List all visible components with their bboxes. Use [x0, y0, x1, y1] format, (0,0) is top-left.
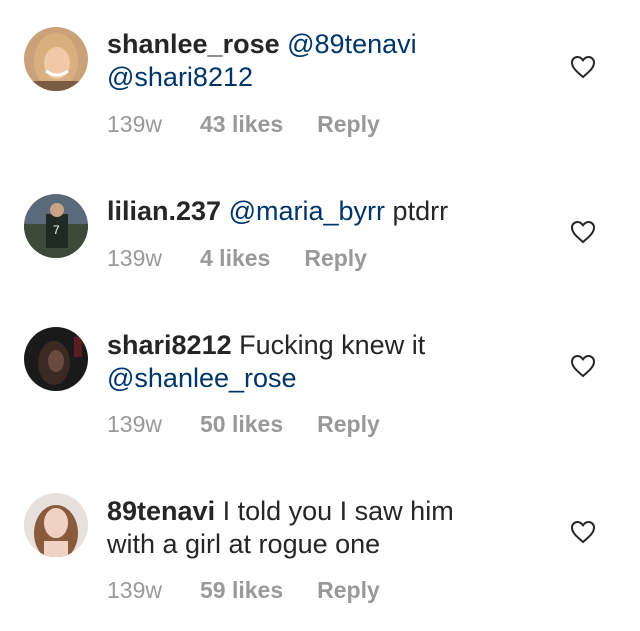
- comment-timestamp: 139w: [107, 245, 162, 271]
- comment-body: Fucking knew it: [239, 330, 426, 360]
- comment-text: shari8212 Fucking knew it @shanlee_rose: [107, 329, 547, 395]
- heart-outline-icon[interactable]: [570, 220, 596, 244]
- comment-mention[interactable]: @89tenavi: [287, 29, 417, 59]
- comment-mention[interactable]: @shari8212: [107, 62, 253, 92]
- comment-mention[interactable]: @shanlee_rose: [107, 363, 297, 393]
- comment-username[interactable]: lilian.237: [107, 196, 221, 226]
- comment-timestamp: 139w: [107, 111, 162, 137]
- comment-likes-count[interactable]: 59 likes: [200, 575, 283, 605]
- comment-username[interactable]: shari8212: [107, 330, 232, 360]
- comment-timestamp: 139w: [107, 577, 162, 603]
- comment-username[interactable]: 89tenavi: [107, 496, 215, 526]
- comment-meta: 139w 43 likes Reply: [107, 109, 380, 139]
- comment-timestamp: 139w: [107, 411, 162, 437]
- avatar[interactable]: [24, 27, 88, 91]
- comment-likes-count[interactable]: 43 likes: [200, 109, 283, 139]
- heart-outline-icon[interactable]: [570, 55, 596, 79]
- comment-list: shanlee_rose @89tenavi @shari8212 139w 4…: [0, 0, 640, 631]
- comment-username[interactable]: shanlee_rose: [107, 29, 280, 59]
- avatar[interactable]: 7: [24, 194, 88, 258]
- reply-button[interactable]: Reply: [317, 409, 380, 439]
- comment-meta: 139w 59 likes Reply: [107, 575, 380, 605]
- comment-meta: 139w 50 likes Reply: [107, 409, 380, 439]
- avatar[interactable]: [24, 493, 88, 557]
- heart-outline-icon[interactable]: [570, 520, 596, 544]
- comment-body: ptdrr: [392, 196, 449, 226]
- svg-text:7: 7: [53, 223, 60, 237]
- reply-button[interactable]: Reply: [317, 575, 380, 605]
- comment-text: 89tenavi I told you I saw him with a gir…: [107, 495, 497, 561]
- reply-button[interactable]: Reply: [317, 109, 380, 139]
- avatar[interactable]: [24, 327, 88, 391]
- comment-text: lilian.237 @maria_byrr ptdrr: [107, 195, 547, 228]
- comment-likes-count[interactable]: 4 likes: [200, 243, 270, 273]
- comment-text: shanlee_rose @89tenavi @shari8212: [107, 28, 547, 94]
- reply-button[interactable]: Reply: [304, 243, 367, 273]
- comment-likes-count[interactable]: 50 likes: [200, 409, 283, 439]
- comment-meta: 139w 4 likes Reply: [107, 243, 367, 273]
- comment-mention[interactable]: @maria_byrr: [229, 196, 385, 226]
- heart-outline-icon[interactable]: [570, 354, 596, 378]
